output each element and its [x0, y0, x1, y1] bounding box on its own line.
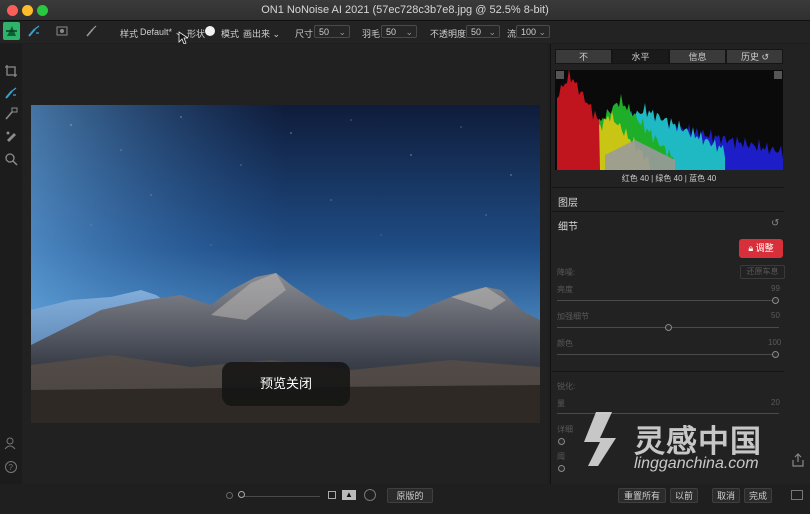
histogram-readout: 红色 40 | 绿色 40 | 蓝色 40: [621, 174, 717, 183]
feather-value: 50: [386, 27, 397, 37]
help-icon[interactable]: ?: [4, 460, 18, 474]
zoom-out-icon[interactable]: [226, 492, 233, 499]
reset-all-button[interactable]: 重置所有: [618, 488, 666, 503]
detail-slider-knob[interactable]: [664, 324, 672, 331]
feather-label: 羽毛: [362, 29, 381, 39]
chevron-down-icon: ⌄: [405, 27, 413, 37]
style-label: 样式: [120, 29, 139, 39]
tool-options-bar: 样式 Default* ⌄ 形状 模式 画出来 ⌄ 尺寸 50 ⌄ 羽毛 50 ⌄ …: [0, 21, 810, 45]
panel-toggle-icon[interactable]: [791, 490, 803, 500]
size-input[interactable]: 50 ⌄: [314, 25, 350, 38]
original-button[interactable]: 原版的: [387, 488, 433, 503]
window-title: ON1 NoNoise AI 2021 (57ec728c3b7e8.jpg @…: [261, 4, 549, 16]
slider-value: 50: [771, 311, 780, 320]
adjust-button-label: 调整: [755, 243, 774, 253]
layers-title[interactable]: 图层: [558, 194, 578, 209]
opacity-value: 50: [471, 27, 482, 37]
amount-label: 量: [557, 399, 565, 408]
detail-title[interactable]: 细节: [558, 218, 578, 233]
svg-text:?: ?: [9, 463, 14, 472]
feather-input[interactable]: 50 ⌄: [381, 25, 417, 38]
watermark-url: lingganchina.com: [634, 455, 759, 472]
zoom-hand-tool-icon[interactable]: [4, 152, 18, 166]
crop-tool-icon[interactable]: [4, 64, 18, 78]
adjust-button[interactable]: 🔒︎ 调整: [739, 239, 783, 258]
halo-slider-knob[interactable]: [558, 465, 565, 472]
reset-detail-button[interactable]: 还原车息: [740, 265, 785, 279]
color-slider[interactable]: [557, 354, 779, 355]
color-slider-knob[interactable]: [772, 351, 779, 358]
chevron-down-icon: ⌄: [488, 27, 496, 37]
halo-label: 阈: [557, 452, 565, 461]
threshold-label: 详细: [557, 425, 573, 434]
cancel-button[interactable]: 取消: [712, 488, 740, 503]
mask-view-icon[interactable]: [56, 25, 70, 39]
opacity-label: 不透明度: [430, 29, 467, 39]
brush-shape-circle-icon[interactable]: [205, 26, 215, 36]
done-button[interactable]: 完成: [744, 488, 772, 503]
mask-overlay-icon[interactable]: ▲: [342, 490, 356, 500]
preview-off-badge: 预览关闭: [222, 362, 350, 406]
opacity-input[interactable]: 50 ⌄: [466, 25, 500, 38]
retouch-tool-icon[interactable]: [4, 129, 18, 143]
histogram: [555, 68, 783, 170]
mask-view-icon[interactable]: [364, 489, 376, 501]
tab-0[interactable]: 不: [555, 49, 612, 64]
mode-select[interactable]: 画出来 ⌄: [243, 27, 280, 40]
reset-icon: ↺: [761, 52, 770, 62]
style-select-value: Default*: [140, 27, 173, 37]
slider-value: 100: [768, 338, 782, 347]
lock-icon: 🔒︎: [748, 243, 754, 253]
user-account-icon[interactable]: [4, 436, 18, 450]
flow-label: 流: [507, 29, 517, 39]
size-label: 尺寸: [295, 29, 314, 39]
chevron-down-icon: ⌄: [538, 27, 546, 37]
left-tool-strip: ?: [0, 44, 22, 514]
threshold-slider-knob[interactable]: [558, 438, 565, 445]
sharpen-label: 锐化:: [557, 382, 576, 391]
histogram-channel: [557, 68, 600, 170]
divider: [552, 187, 784, 188]
size-value: 50: [319, 27, 330, 37]
chevron-down-icon: ⌄: [338, 27, 346, 37]
share-icon[interactable]: [791, 453, 805, 469]
flow-value: 100: [521, 27, 537, 37]
tab-history[interactable]: 历史 ↺: [726, 49, 783, 64]
zoom-slider[interactable]: [240, 496, 320, 497]
shape-label: 形状: [187, 29, 206, 39]
previous-button[interactable]: 以前: [670, 488, 698, 503]
divider: [552, 211, 784, 212]
mode-select-value: 画出来: [243, 29, 271, 39]
mode-label: 模式: [221, 29, 240, 39]
flow-input[interactable]: 100 ⌄: [516, 25, 550, 38]
histogram-graph: [557, 68, 783, 170]
watermark: 灵感中国 lingganchina.com: [582, 408, 792, 488]
brush-tool-icon[interactable]: [4, 86, 18, 100]
tab-info[interactable]: 信息: [669, 49, 726, 64]
zoom-slider-knob[interactable]: [238, 491, 245, 498]
luminance-slider[interactable]: [557, 300, 779, 301]
app-logo-icon[interactable]: [3, 22, 20, 40]
slider-label: 亮度: [557, 285, 573, 294]
amount-value: 20: [771, 398, 780, 407]
refine-brush-icon[interactable]: [4, 107, 18, 121]
watermark-logo-icon: [584, 412, 616, 466]
refine-brush-icon[interactable]: [85, 24, 99, 40]
tab-history-label: 历史: [741, 52, 760, 62]
title-bar: ON1 NoNoise AI 2021 (57ec728c3b7e8.jpg @…: [0, 0, 810, 21]
denoise-label: 降噪:: [557, 268, 576, 277]
style-select[interactable]: Default* ⌄: [140, 27, 182, 38]
shadow-clipping-icon[interactable]: [556, 71, 564, 79]
tab-levels[interactable]: 水平: [612, 49, 669, 64]
brush-tool-icon[interactable]: [27, 24, 41, 40]
slider-value: 99: [771, 284, 780, 293]
compare-view-icon[interactable]: [328, 491, 336, 499]
slider-label: 颜色: [557, 339, 573, 348]
luminance-slider-knob[interactable]: [772, 297, 779, 304]
divider: [552, 371, 784, 372]
slider-label: 加强细节: [557, 312, 589, 321]
highlight-clipping-icon[interactable]: [774, 71, 782, 79]
reset-icon[interactable]: ↺: [771, 218, 779, 229]
